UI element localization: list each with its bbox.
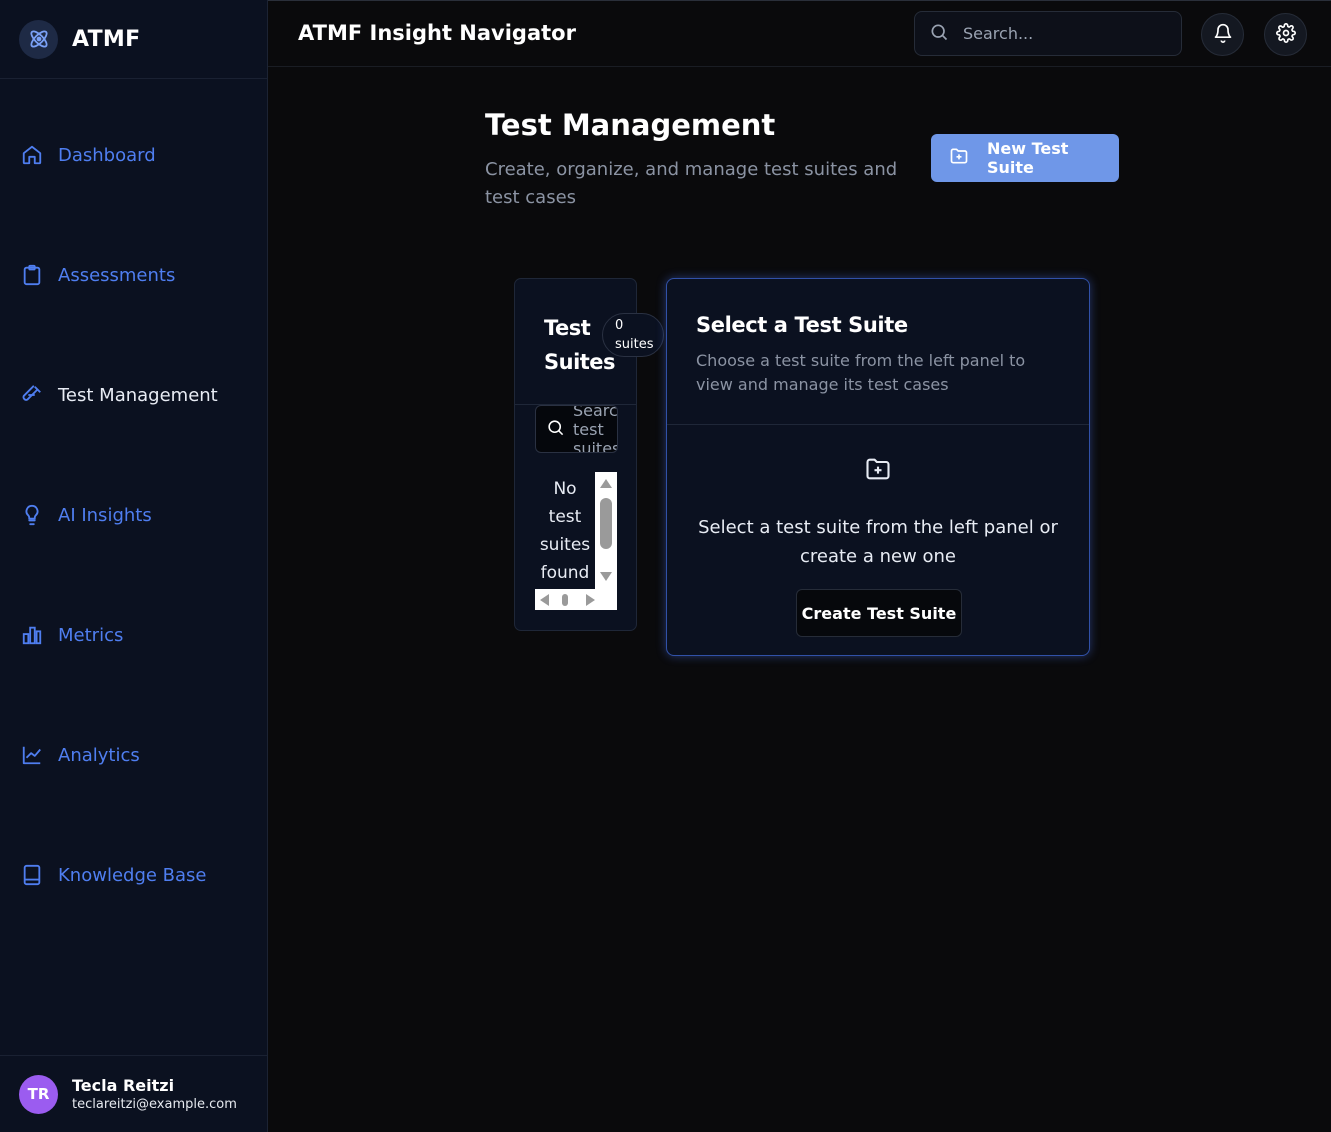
atom-logo-icon (19, 19, 58, 59)
sidebar-item-analytics[interactable]: Analytics (20, 743, 140, 767)
book-icon (20, 863, 44, 887)
sidebar: ATMF Dashboard Assessments Test Manageme… (0, 0, 268, 1132)
test-tube-icon (20, 383, 44, 407)
line-chart-icon (20, 743, 44, 767)
sidebar-item-label: Test Management (58, 384, 218, 406)
new-test-suite-label: New Test Suite (987, 139, 1069, 177)
brand-name: ATMF (72, 26, 141, 52)
search-icon (546, 418, 565, 441)
user-email: teclareitzi@example.com (72, 1097, 237, 1112)
user-profile[interactable]: TR Tecla Reitzi teclareitzi@example.com (0, 1055, 267, 1132)
test-suite-detail-panel: Select a Test Suite Choose a test suite … (666, 278, 1090, 656)
horizontal-scrollbar[interactable] (535, 589, 617, 610)
empty-state-message: Select a test suite from the left panel … (698, 517, 1058, 567)
vertical-scrollbar[interactable] (595, 472, 617, 589)
user-name: Tecla Reitzi (72, 1076, 175, 1095)
notifications-button[interactable] (1201, 13, 1244, 56)
sidebar-item-metrics[interactable]: Metrics (20, 623, 123, 647)
test-suites-header: Test Suites 0 suites (515, 279, 664, 405)
sidebar-item-label: Analytics (58, 744, 140, 766)
page-title: Test Management (485, 108, 776, 142)
detail-description: Choose a test suite from the left panel … (696, 351, 1026, 394)
detail-header: Select a Test Suite Choose a test suite … (667, 279, 1089, 425)
sidebar-item-ai-insights[interactable]: AI Insights (20, 503, 152, 527)
gear-icon (1275, 22, 1296, 47)
suites-count-unit: suites (615, 337, 654, 352)
bar-chart-icon (20, 623, 44, 647)
sidebar-item-knowledge-base[interactable]: Knowledge Base (20, 863, 207, 887)
detail-title: Select a Test Suite (696, 313, 908, 337)
app-title: ATMF Insight Navigator (298, 21, 576, 45)
clipboard-icon (20, 263, 44, 287)
sidebar-item-label: Dashboard (58, 144, 156, 166)
page-subtitle: Create, organize, and manage test suites… (485, 159, 898, 208)
folder-plus-icon (864, 455, 892, 487)
test-suites-panel: Test Suites 0 suites Search test suites.… (514, 278, 664, 631)
sidebar-item-label: Knowledge Base (58, 864, 207, 886)
suites-count-badge: 0 suites (602, 313, 664, 357)
sidebar-item-label: AI Insights (58, 504, 152, 526)
brand[interactable]: ATMF (0, 0, 267, 79)
home-icon (20, 143, 44, 167)
suites-count: 0 (615, 318, 624, 333)
avatar: TR (19, 1074, 58, 1114)
search-input[interactable]: Search... (914, 11, 1182, 56)
create-test-suite-button[interactable]: Create Test Suite (796, 589, 962, 637)
suites-search-input[interactable]: Search test suites... (535, 405, 618, 453)
search-placeholder: Search... (963, 24, 1034, 43)
empty-suites-message: No test suites found (539, 479, 591, 583)
sidebar-item-label: Metrics (58, 624, 124, 646)
sidebar-item-label: Assessments (58, 264, 176, 286)
search-icon (929, 22, 949, 46)
new-test-suite-button[interactable]: New Test Suite (931, 134, 1119, 182)
folder-plus-icon (949, 146, 969, 170)
suites-search-placeholder: Search test suites... (573, 405, 618, 453)
test-suites-title: Test Suites (544, 316, 616, 374)
sidebar-item-assessments[interactable]: Assessments (20, 263, 175, 287)
lightbulb-icon (20, 503, 44, 527)
topbar: ATMF Insight Navigator Search... (268, 0, 1331, 67)
settings-button[interactable] (1264, 13, 1307, 56)
sidebar-item-dashboard[interactable]: Dashboard (20, 143, 156, 167)
bell-icon (1213, 23, 1233, 47)
sidebar-item-test-management[interactable]: Test Management (20, 383, 218, 407)
